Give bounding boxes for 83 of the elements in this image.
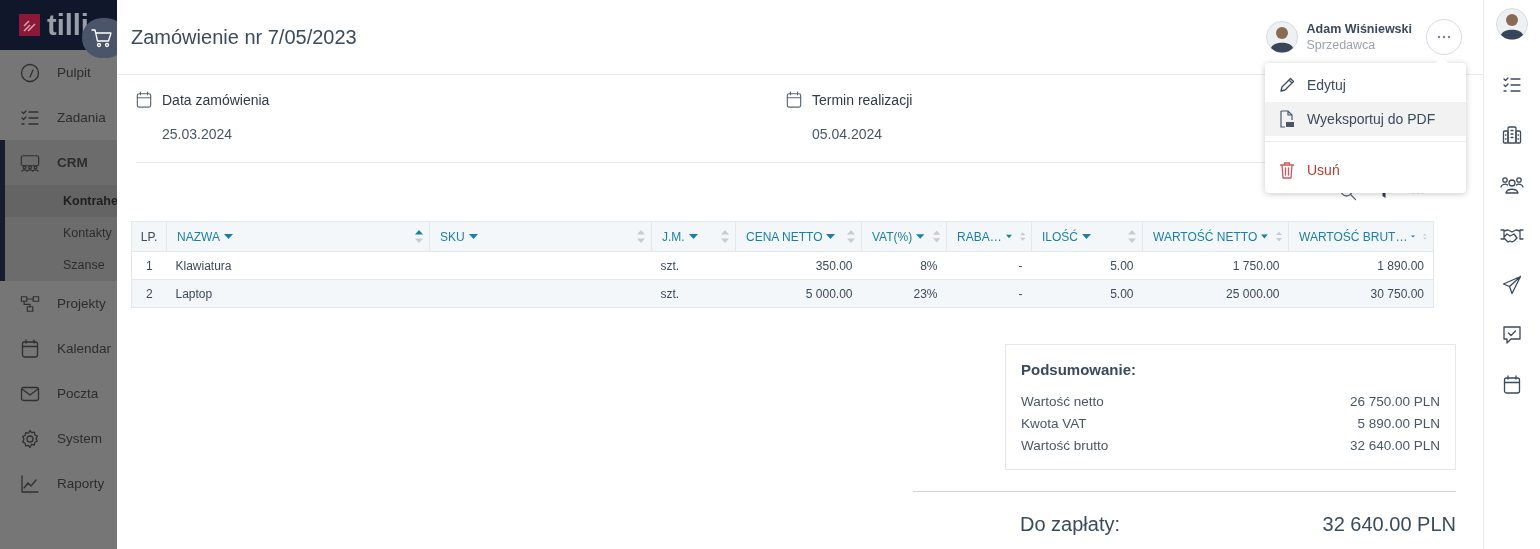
- menu-item[interactable]: Wyeksportuj do PDF: [1265, 102, 1466, 136]
- people-icon: [20, 152, 40, 173]
- table-cell: 30 750.00: [1370, 286, 1424, 301]
- avatar[interactable]: [1496, 8, 1528, 40]
- caret-icon[interactable]: [1082, 234, 1091, 239]
- nav-item[interactable]: Projekty: [0, 281, 117, 326]
- summary-label: Kwota VAT: [1021, 415, 1087, 433]
- nav-item[interactable]: Raporty: [0, 461, 117, 506]
- nav-subitem[interactable]: Szanse: [5, 249, 117, 281]
- nav-item[interactable]: Zadania: [0, 95, 117, 140]
- caret-icon[interactable]: [1411, 234, 1416, 239]
- caret-icon[interactable]: [916, 234, 925, 239]
- table-cell: 5.00: [1110, 258, 1134, 273]
- summary-title: Podsumowanie:: [1021, 361, 1137, 378]
- summary-label: Wartość brutto: [1021, 437, 1109, 455]
- column-header: LP.: [131, 221, 167, 252]
- chat-check-icon[interactable]: [1502, 325, 1522, 345]
- hierarchy-icon: [20, 293, 40, 314]
- table-cell: 1: [145, 258, 153, 273]
- summary-value: 5 890.00 PLN: [1357, 415, 1440, 433]
- table-cell: 5.00: [1110, 286, 1134, 301]
- table-cell: 350.00: [815, 258, 853, 273]
- menu-item[interactable]: Edytuj: [1265, 68, 1466, 102]
- caret-icon[interactable]: [1261, 234, 1268, 239]
- caret-icon[interactable]: [688, 234, 698, 239]
- trash-icon: [1279, 161, 1295, 179]
- nav-item[interactable]: System: [0, 416, 117, 461]
- user-role: Sprzedawca: [1306, 38, 1377, 52]
- summary-value: 32 640.00 PLN: [1349, 437, 1440, 455]
- nav-subitem[interactable]: Kontrahe: [5, 185, 117, 217]
- caret-icon[interactable]: [826, 234, 836, 239]
- building-icon[interactable]: [1502, 125, 1522, 145]
- summary-value: 26 750.00 PLN: [1349, 393, 1440, 411]
- line-chart-icon: [20, 473, 40, 494]
- handshake-icon[interactable]: [1500, 226, 1524, 244]
- cart-icon: [91, 28, 113, 48]
- field-value: 25.03.2024: [162, 126, 234, 142]
- table-cell: Klawiatura: [175, 258, 232, 273]
- people-icon[interactable]: [1500, 175, 1524, 195]
- nav-item[interactable]: Pulpit: [0, 50, 117, 95]
- pencil-icon: [1279, 77, 1295, 93]
- menu-item[interactable]: Usuń: [1265, 153, 1466, 187]
- user-name: Adam Wiśniewski: [1306, 22, 1412, 36]
- nav-item[interactable]: CRM: [5, 140, 117, 185]
- field-value: 05.04.2024: [812, 126, 884, 142]
- nav-subitem[interactable]: Kontakty: [5, 217, 117, 249]
- field-label: Termin realizacji: [812, 92, 913, 108]
- table-cell: szt.: [660, 258, 680, 273]
- caret-icon[interactable]: [1005, 234, 1012, 239]
- table-cell: 25 000.00: [1226, 286, 1280, 301]
- gauge-icon: [20, 62, 40, 83]
- table-cell: 8%: [920, 258, 938, 273]
- table-cell: -: [1018, 286, 1023, 301]
- table-cell: 2: [145, 286, 153, 301]
- avatar[interactable]: [1265, 21, 1298, 53]
- table-cell: Laptop: [175, 286, 213, 301]
- checklist-icon[interactable]: [1502, 75, 1522, 95]
- table-cell: -: [1018, 258, 1023, 273]
- sort-icon[interactable]: [415, 229, 423, 244]
- nav-item[interactable]: Poczta: [0, 371, 117, 416]
- more-icon: [1437, 35, 1451, 39]
- nav-item[interactable]: Kalendar: [0, 326, 117, 371]
- page-title: Zamówienie nr 7/05/2023: [131, 25, 358, 49]
- caret-icon[interactable]: [468, 234, 478, 239]
- table-cell: 5 000.00: [805, 286, 853, 301]
- table-cell: szt.: [660, 286, 680, 301]
- calendar-icon: [20, 338, 40, 359]
- paper-plane-icon[interactable]: [1502, 275, 1522, 295]
- logo-icon: [19, 14, 40, 36]
- mail-icon: [20, 384, 40, 403]
- table-cell: 23%: [913, 286, 938, 301]
- pdf-file-icon: [1279, 110, 1295, 128]
- calendar-icon[interactable]: [1503, 375, 1521, 395]
- table-cell: 1 890.00: [1377, 258, 1424, 273]
- total-label: Do zapłaty:: [1020, 513, 1121, 536]
- caret-icon[interactable]: [223, 234, 233, 239]
- field-label: Data zamówienia: [162, 92, 270, 108]
- table-cell: 1 750.00: [1232, 258, 1280, 273]
- settings-icon: [20, 428, 40, 449]
- total-value: 32 640.00 PLN: [1322, 513, 1456, 536]
- summary-label: Wartość netto: [1021, 393, 1104, 411]
- calendar-icon: [786, 91, 802, 109]
- calendar-icon: [136, 91, 152, 109]
